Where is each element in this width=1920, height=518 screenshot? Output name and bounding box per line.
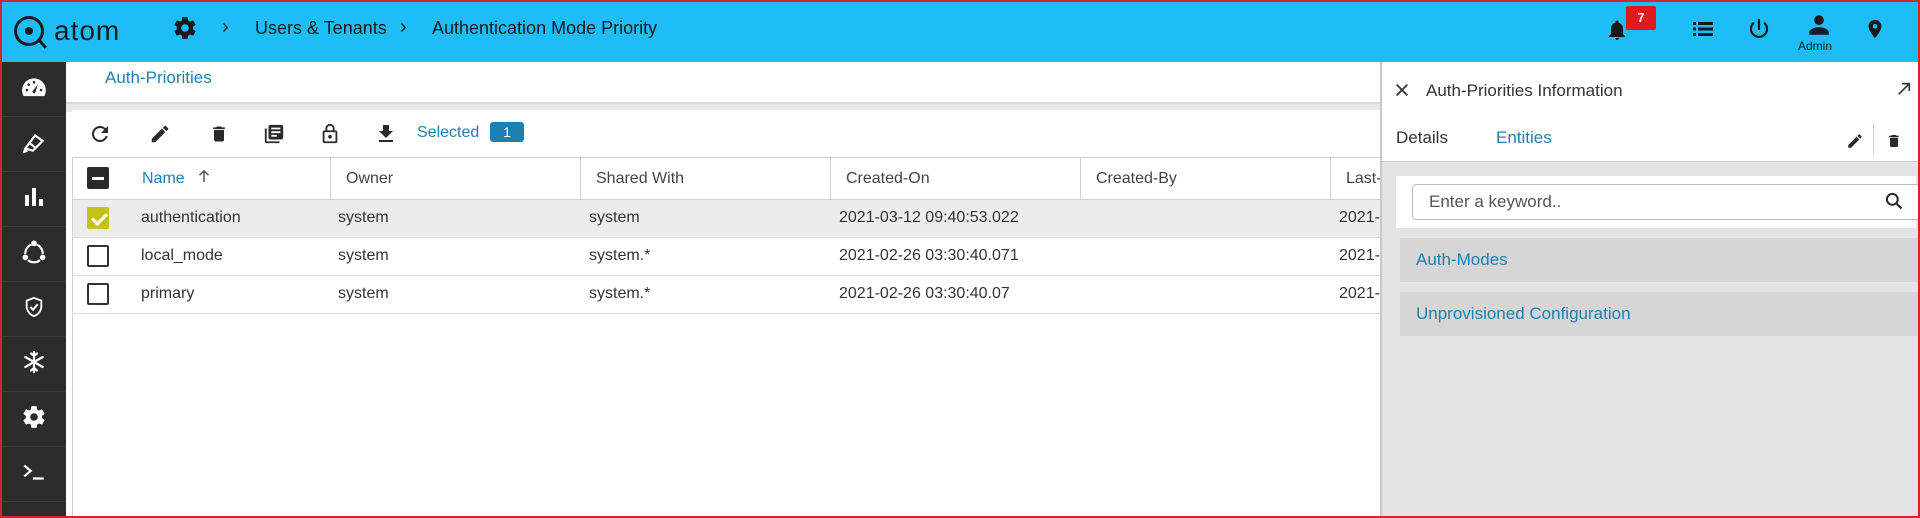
list-icon[interactable] [1691, 16, 1715, 47]
tab-entities[interactable]: Entities [1496, 128, 1552, 148]
column-header-created-by[interactable]: Created-By [1081, 158, 1331, 200]
cell-created-on: 2021-02-26 03:30:40.07 [839, 285, 1010, 302]
breadcrumb-separator: › [400, 16, 407, 38]
shield-icon [23, 294, 45, 325]
page-title-bar [66, 62, 1380, 104]
page-title: Auth-Priorities [105, 68, 212, 87]
sidebar-item-terminal[interactable] [2, 447, 66, 502]
delete-icon[interactable] [205, 120, 233, 148]
app-name: atom [54, 15, 121, 46]
row-checkbox[interactable] [87, 283, 109, 305]
sidebar-item-analytics[interactable] [2, 172, 66, 227]
sidebar-item-snowflake[interactable] [2, 337, 66, 392]
sidebar-item-security[interactable] [2, 282, 66, 337]
breadcrumb-current: Authentication Mode Priority [432, 18, 658, 38]
breadcrumb-users-tenants[interactable]: Users & Tenants [255, 18, 387, 39]
selected-label: Selected [417, 124, 480, 141]
topology-icon [21, 239, 47, 270]
analytics-icon [22, 185, 46, 214]
app-window: atom › Users & Tenants › Authentication … [0, 0, 1920, 518]
table-header: Name Owner Shared With Created-On Create… [73, 158, 1381, 200]
column-header-label: Name [142, 170, 185, 187]
sidebar-item-topology[interactable] [2, 227, 66, 282]
selected-count-badge: 1 [490, 122, 524, 142]
column-header-shared-with[interactable]: Shared With [581, 158, 831, 200]
sort-ascending-icon[interactable] [195, 160, 213, 202]
gear-icon[interactable] [172, 15, 198, 46]
app-logo[interactable]: atom [14, 15, 120, 47]
cell-name: local_mode [141, 247, 223, 264]
settings-icon [21, 404, 47, 435]
sidebar [2, 62, 66, 516]
cell-last-modified: 2021- [1339, 209, 1380, 226]
row-checkbox[interactable] [87, 207, 109, 229]
download-icon[interactable] [372, 120, 400, 148]
breadcrumb-separator: › [222, 16, 229, 38]
delete-icon[interactable] [1886, 132, 1902, 155]
terminal-icon [21, 461, 47, 488]
copy-icon[interactable] [260, 120, 288, 148]
cell-shared-with: system.* [589, 247, 651, 264]
expand-icon[interactable] [1896, 81, 1912, 102]
column-header-owner[interactable]: Owner [331, 158, 581, 200]
row-checkbox[interactable] [87, 245, 109, 267]
location-pin-icon[interactable] [1864, 16, 1886, 47]
search-icon[interactable] [1884, 191, 1904, 216]
select-all-checkbox[interactable] [87, 167, 109, 189]
column-header-last-modified[interactable]: Last-M [1331, 158, 1381, 200]
column-header-created-on[interactable]: Created-On [831, 158, 1081, 200]
sidebar-item-devices[interactable] [2, 117, 66, 172]
edit-icon[interactable] [146, 120, 174, 148]
cell-name: authentication [141, 209, 241, 226]
atom-logo-icon [14, 16, 44, 46]
cell-last-modified: 2021- [1339, 285, 1380, 302]
entity-item-auth-modes[interactable]: Auth-Modes [1400, 238, 1918, 282]
power-icon[interactable] [1747, 16, 1771, 47]
panel-title: Auth-Priorities Information [1426, 81, 1623, 100]
table-row[interactable]: primary system system.* 2021-02-26 03:30… [73, 276, 1381, 314]
sidebar-item-settings[interactable] [2, 392, 66, 447]
devices-icon [21, 129, 47, 160]
cell-owner: system [338, 285, 389, 302]
sidebar-item-dashboard[interactable] [2, 62, 66, 117]
cell-owner: system [338, 247, 389, 264]
data-table: Name Owner Shared With Created-On Create… [72, 158, 1381, 516]
dashboard-icon [21, 76, 47, 103]
table-row[interactable]: authentication system system 2021-03-12 … [73, 200, 1381, 238]
search-input[interactable] [1412, 184, 1918, 220]
details-panel: Auth-Priorities Information Details Enti… [1380, 62, 1918, 516]
cell-created-on: 2021-03-12 09:40:53.022 [839, 209, 1019, 226]
notification-badge: 7 [1626, 6, 1656, 30]
column-header-name[interactable]: Name [127, 158, 331, 200]
cell-shared-with: system [589, 209, 640, 226]
entity-item-unprovisioned-configuration[interactable]: Unprovisioned Configuration [1400, 292, 1918, 336]
table-row[interactable]: local_mode system system.* 2021-02-26 03… [73, 238, 1381, 276]
close-icon[interactable] [1394, 82, 1410, 103]
toolbar: Selected 1 [72, 110, 1380, 158]
snowflake-icon [22, 350, 46, 379]
cell-created-on: 2021-02-26 03:30:40.071 [839, 247, 1019, 264]
cell-name: primary [141, 285, 195, 302]
cell-owner: system [338, 209, 389, 226]
lock-icon[interactable] [316, 120, 344, 148]
divider [1873, 124, 1874, 154]
edit-icon[interactable] [1846, 132, 1864, 155]
cell-shared-with: system.* [589, 285, 651, 302]
top-bar: atom › Users & Tenants › Authentication … [2, 2, 1918, 62]
cell-last-modified: 2021- [1339, 247, 1380, 264]
panel-header: Auth-Priorities Information Details Enti… [1382, 62, 1918, 162]
tab-details[interactable]: Details [1396, 128, 1448, 148]
user-label: Admin [1798, 39, 1833, 53]
refresh-icon[interactable] [86, 120, 114, 148]
